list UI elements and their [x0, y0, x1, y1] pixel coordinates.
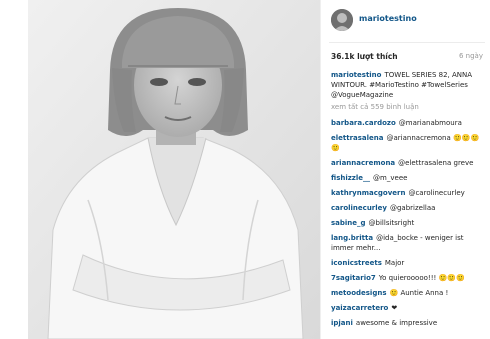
header-divider — [329, 42, 485, 43]
comment-username[interactable]: yaizacarretero — [331, 304, 388, 312]
comment-username[interactable]: ariannacremona — [331, 159, 395, 167]
view-all-comments-link[interactable]: xem tất cả 559 bình luận — [331, 102, 483, 112]
comment-item: metoodesigns 🙂 Auntie Anna ! — [331, 288, 483, 298]
comment-item: elettrasalena @ariannacremona 🙂🙂🙂🙂 — [331, 133, 483, 153]
comment-username[interactable]: iconicstreets — [331, 259, 382, 267]
comment-item: sabine_g @billsitsright — [331, 218, 483, 228]
comment-text: 🙂 Auntie Anna ! — [389, 289, 449, 297]
comment-item: carolinecurley @gabrizellaa — [331, 203, 483, 213]
comment-item: iconicstreets Major — [331, 258, 483, 268]
comment-text: ❤ — [391, 304, 398, 312]
comment-text: @gabrizellaa — [389, 204, 436, 212]
comment-text: @marianabmoura — [398, 119, 462, 127]
comment-username[interactable]: ipjani — [331, 319, 353, 327]
comments-list: mariotestino TOWEL SERIES 82, ANNA WINTOU… — [331, 70, 483, 333]
comment-username[interactable]: kathrynmacgovern — [331, 189, 405, 197]
comment-username[interactable]: sabine_g — [331, 219, 366, 227]
post-username[interactable]: mariotestino — [359, 14, 417, 23]
comment-text: @elettrasalena greve — [398, 159, 474, 167]
comment-username[interactable]: lang.britta — [331, 234, 373, 242]
comment-text: @billsitsright — [368, 219, 415, 227]
comment-username[interactable]: metoodesigns — [331, 289, 387, 297]
comment-text: @carolinecurley — [408, 189, 465, 197]
avatar[interactable] — [331, 9, 353, 31]
likes-count[interactable]: 36.1k lượt thích — [331, 52, 398, 61]
avatar-image — [331, 9, 353, 31]
comment-username[interactable]: 7sagitario7 — [331, 274, 376, 282]
comment-item: ipjani awesome & impressive — [331, 318, 483, 328]
comment-item: lang.britta @ida_bocke - weniger ist imme… — [331, 233, 483, 253]
comment-item: barbara.cardozo @marianabmoura — [331, 118, 483, 128]
comment-username[interactable]: carolinecurley — [331, 204, 387, 212]
comment-text: @m_veee — [373, 174, 408, 182]
comment-text: awesome & impressive — [355, 319, 438, 327]
comment-text: Major — [384, 259, 405, 267]
caption-username[interactable]: mariotestino — [331, 71, 381, 79]
post-time: 6 ngày — [459, 52, 483, 60]
comment-item: yaizacarretero ❤ — [331, 303, 483, 313]
portrait-image — [28, 0, 320, 339]
comment-username[interactable]: fishizzle__ — [331, 174, 370, 182]
post-caption: mariotestino TOWEL SERIES 82, ANNA WINTOU… — [331, 70, 483, 100]
comment-item: fishizzle__ @m_veee — [331, 173, 483, 183]
comment-username[interactable]: elettrasalena — [331, 134, 384, 142]
comment-item: kathrynmacgovern @carolinecurley — [331, 188, 483, 198]
comments-panel: mariotestino 36.1k lượt thích 6 ngày mar… — [320, 0, 490, 339]
comment-username[interactable]: barbara.cardozo — [331, 119, 396, 127]
comment-item: ariannacremona @elettrasalena greve — [331, 158, 483, 168]
post-photo[interactable] — [28, 0, 320, 339]
instagram-post-view: mariotestino 36.1k lượt thích 6 ngày mar… — [0, 0, 490, 339]
comment-item: 7sagitario7 Yo quierooooo!!! 🙂🙂🙂 — [331, 273, 483, 283]
comment-text: Yo quierooooo!!! 🙂🙂🙂 — [378, 274, 465, 282]
post-header: mariotestino — [321, 0, 490, 40]
